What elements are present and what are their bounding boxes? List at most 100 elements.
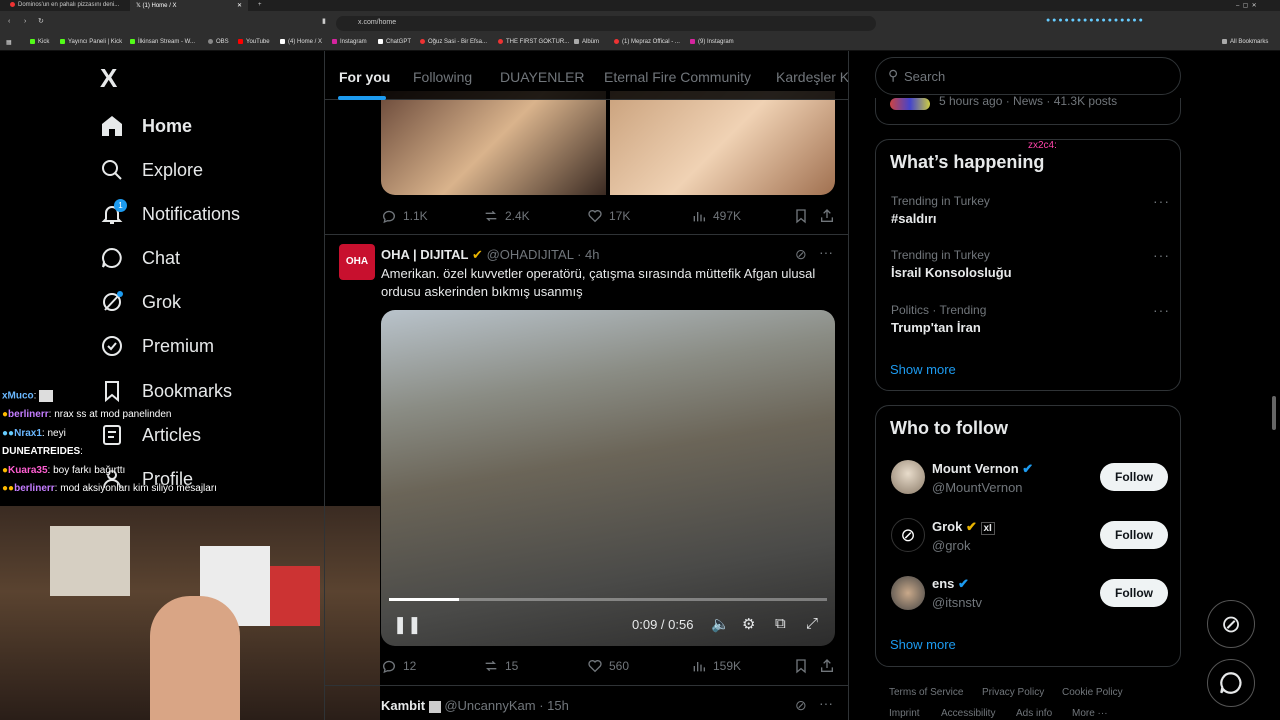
tab-following[interactable]: Following: [413, 69, 472, 85]
more-options-icon[interactable]: ···: [819, 244, 833, 260]
all-bookmarks[interactable]: All Bookmarks: [1222, 39, 1268, 45]
more-options-icon[interactable]: ···: [1153, 247, 1170, 263]
grok-avatar-icon[interactable]: ⊘: [891, 518, 925, 552]
post-image[interactable]: [610, 91, 835, 195]
show-more-link[interactable]: Show more: [890, 362, 956, 377]
grok-fab-button[interactable]: ⊘: [1207, 600, 1255, 648]
bookmark-item[interactable]: (4) Home / X: [280, 39, 322, 45]
volume-icon[interactable]: 🔈: [711, 615, 730, 633]
forward-icon[interactable]: ›: [24, 18, 26, 25]
grok-icon[interactable]: ⊘: [795, 697, 807, 714]
author-handle[interactable]: @UncannyKam: [444, 698, 535, 713]
footer-link[interactable]: Imprint: [889, 708, 920, 719]
bookmark-item[interactable]: Yayıncı Paneli | Kick: [60, 39, 122, 45]
tab-eternal-fire[interactable]: Eternal Fire Community: [604, 69, 751, 85]
footer-link[interactable]: More ···: [1072, 708, 1108, 719]
settings-icon[interactable]: ⚙: [742, 615, 755, 633]
tab-duayenler[interactable]: DUAYENLER: [500, 69, 585, 85]
pip-icon[interactable]: ⧉: [775, 615, 786, 632]
browser-tab-active[interactable]: 𝕏 (1) Home / X ✕: [130, 0, 248, 11]
reply-button[interactable]: 12: [381, 658, 416, 674]
nav-premium[interactable]: Premium: [100, 326, 214, 366]
video-progress-track[interactable]: [389, 598, 827, 601]
repost-button[interactable]: 15: [483, 658, 518, 674]
bookmark-item[interactable]: THE FIRST GOKTUR...: [498, 39, 569, 45]
new-tab-icon[interactable]: +: [252, 0, 268, 11]
repost-button[interactable]: 2.4K: [483, 208, 530, 224]
back-icon[interactable]: ‹: [8, 18, 10, 25]
bookmark-button[interactable]: [793, 658, 815, 674]
extensions-icons[interactable]: ● ● ● ● ● ● ● ● ● ● ● ● ● ● ● ●: [1046, 17, 1143, 24]
nav-home[interactable]: Home: [100, 106, 192, 146]
pause-icon[interactable]: ❚❚: [393, 615, 422, 635]
footer-link[interactable]: Accessibility: [941, 708, 995, 719]
bookmark-button[interactable]: [793, 208, 815, 224]
post-time[interactable]: · 15h: [539, 698, 569, 713]
page-scrollbar[interactable]: [1272, 396, 1276, 430]
x-logo[interactable]: X: [100, 63, 117, 94]
post-time[interactable]: · 4h: [577, 247, 599, 262]
reload-icon[interactable]: ↻: [38, 17, 44, 25]
show-more-link[interactable]: Show more: [890, 637, 956, 652]
bookmark-folder[interactable]: Albüm: [574, 39, 599, 45]
views-button[interactable]: 497K: [691, 208, 741, 224]
trend-name[interactable]: İsrail Konsolosluğu: [891, 265, 1012, 280]
account-name[interactable]: ens ✔: [932, 576, 969, 592]
bookmark-item[interactable]: Oğuz Sasi - Bir Efsa...: [420, 39, 487, 45]
bookmark-item[interactable]: Instagram: [332, 39, 367, 45]
like-button[interactable]: 560: [587, 658, 629, 674]
more-options-icon[interactable]: ···: [819, 695, 833, 711]
apps-icon[interactable]: ▦: [6, 39, 12, 46]
bookmark-item[interactable]: ChatGPT: [378, 39, 411, 45]
bookmark-item[interactable]: YouTube: [238, 39, 270, 45]
account-name[interactable]: Mount Vernon ✔: [932, 461, 1033, 477]
more-options-icon[interactable]: ···: [1153, 302, 1170, 318]
browser-tab[interactable]: Dominos'un en pahalı pizzasını deni...: [4, 0, 128, 11]
footer-link[interactable]: Privacy Policy: [982, 687, 1044, 698]
author-name[interactable]: Kambit: [381, 698, 425, 713]
follow-button[interactable]: Follow: [1100, 463, 1168, 491]
avatar[interactable]: [891, 576, 925, 610]
bookmark-item[interactable]: Kick: [30, 39, 49, 45]
window-controls[interactable]: – ▢ ✕: [1230, 0, 1263, 11]
bookmark-item[interactable]: (1) Mepraz Offical - ...: [614, 39, 680, 45]
nav-grok[interactable]: Grok: [100, 282, 181, 322]
author-handle[interactable]: @OHADIJITAL: [487, 247, 574, 262]
chat-line: DUNEATREIDES:: [2, 446, 83, 457]
grok-icon[interactable]: ⊘: [795, 246, 807, 263]
like-button[interactable]: 17K: [587, 208, 630, 224]
bookmark-item[interactable]: OBS: [208, 39, 229, 45]
trend-name[interactable]: #saldırı: [891, 211, 937, 226]
sidebar-toggle-icon[interactable]: ▮: [322, 17, 326, 25]
poster: [50, 526, 130, 596]
follow-button[interactable]: Follow: [1100, 521, 1168, 549]
avatar[interactable]: OHA: [339, 244, 375, 280]
fullscreen-icon[interactable]: ⤢: [806, 615, 818, 632]
nav-chat[interactable]: Chat: [100, 238, 180, 278]
nav-explore[interactable]: Explore: [100, 150, 203, 190]
footer-link[interactable]: Terms of Service: [889, 687, 963, 698]
video-player[interactable]: ❚❚ 0:09 / 0:56 🔈 ⚙ ⧉ ⤢: [381, 310, 835, 646]
bookmark-item[interactable]: (9) Instagram: [690, 39, 734, 45]
account-name[interactable]: Grok ✔ xI: [932, 519, 995, 535]
follow-button[interactable]: Follow: [1100, 579, 1168, 607]
author-name[interactable]: OHA | DIJITAL: [381, 247, 468, 262]
tab-for-you[interactable]: For you: [339, 69, 390, 85]
post-image[interactable]: [381, 91, 606, 195]
search-input[interactable]: ⚲ Search: [875, 57, 1181, 95]
share-button[interactable]: [819, 208, 841, 224]
url-field[interactable]: x.com/home: [336, 16, 876, 31]
more-options-icon[interactable]: ···: [1153, 193, 1170, 209]
views-button[interactable]: 159K: [691, 658, 741, 674]
share-button[interactable]: [819, 658, 841, 674]
avatar[interactable]: [891, 460, 925, 494]
close-tab-icon[interactable]: ✕: [237, 2, 242, 9]
footer-link[interactable]: Cookie Policy: [1062, 687, 1123, 698]
footer-link[interactable]: Ads info: [1016, 708, 1052, 719]
bookmark-item[interactable]: İlkinsan Stream - W...: [130, 39, 195, 45]
reply-button[interactable]: 1.1K: [381, 208, 428, 224]
trend-name[interactable]: Trump'tan İran: [891, 320, 981, 335]
tab-kardesler[interactable]: Kardeşler K: [776, 69, 848, 85]
chat-fab-button[interactable]: [1207, 659, 1255, 707]
news-card-tail[interactable]: 5 hours ago · News · 41.3K posts: [875, 94, 1181, 125]
